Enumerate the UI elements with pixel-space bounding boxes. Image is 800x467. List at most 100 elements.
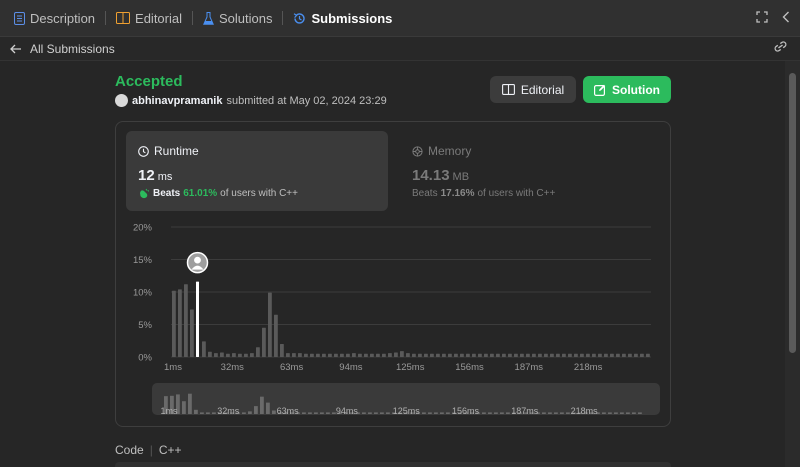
bar — [514, 353, 518, 357]
bar — [370, 353, 374, 357]
document-icon — [14, 11, 25, 25]
solution-button[interactable]: Solution — [583, 76, 671, 103]
mini-bar — [386, 412, 390, 414]
maximize-icon[interactable] — [756, 11, 768, 23]
mini-bar — [632, 412, 636, 414]
bar — [502, 353, 506, 357]
mini-bar — [320, 412, 324, 414]
arrow-left-icon[interactable] — [10, 44, 22, 54]
code-language: C++ — [158, 443, 182, 457]
bar — [580, 353, 584, 357]
runtime-beats: Beats 61.01% of users with C++ — [138, 188, 298, 199]
chart-range-selector[interactable]: 1ms 32ms 63ms 94ms 125ms 156ms 187ms 218ms — [152, 383, 660, 416]
username[interactable]: abhinavpramanik — [132, 95, 222, 107]
bar — [334, 353, 338, 357]
chip-icon — [412, 145, 423, 157]
mini-x-tick-label: 125ms — [393, 406, 421, 415]
mini-bar — [248, 411, 252, 414]
mini-bar — [482, 412, 486, 414]
runtime-value: 12 ms — [138, 167, 172, 184]
tab-label: Description — [30, 10, 96, 26]
link-icon[interactable] — [773, 41, 788, 52]
vertical-scrollbar[interactable] — [785, 61, 800, 467]
mini-x-tick-label: 94ms — [336, 406, 359, 415]
tabbar-actions — [756, 11, 790, 23]
bar — [574, 353, 578, 357]
bar — [460, 353, 464, 357]
bar — [520, 353, 524, 357]
mini-bar — [494, 412, 498, 414]
tab-solutions[interactable]: Solutions — [201, 11, 274, 26]
bar — [304, 353, 308, 357]
memory-value: 14.13 MB — [412, 167, 469, 184]
memory-stat[interactable]: Memory 14.13 MB Beats 17.16% of users wit… — [400, 131, 662, 211]
bar — [208, 351, 212, 357]
bar — [424, 353, 428, 357]
bar — [340, 353, 344, 357]
bar — [244, 353, 248, 357]
memory-title-text: Memory — [428, 144, 472, 158]
bar — [364, 353, 368, 357]
y-tick-label: 10% — [133, 288, 153, 299]
bar — [550, 353, 554, 357]
mini-bar — [626, 412, 630, 414]
tab-label: Submissions — [311, 10, 393, 26]
bar — [532, 353, 536, 357]
mini-bar — [194, 409, 198, 414]
bar — [454, 353, 458, 357]
book-icon — [116, 12, 131, 24]
bar — [616, 353, 620, 357]
mini-bar — [602, 412, 606, 414]
bar — [400, 351, 404, 357]
code-section-header: Code | C++ — [115, 443, 182, 457]
memory-beats: Beats 17.16% of users with C++ — [412, 188, 555, 199]
mini-x-tick-label: 218ms — [571, 406, 599, 415]
runtime-distribution-chart[interactable]: 0% 5% 10% 15% 20% 1ms 32ms 63ms 94ms 125ms 156ms 18… — [126, 218, 656, 378]
tab-submissions[interactable]: Submissions — [291, 11, 394, 26]
submission-status: Accepted — [115, 73, 183, 90]
bar — [268, 292, 272, 357]
bar — [406, 353, 410, 357]
bar — [622, 353, 626, 357]
code-label: Code — [115, 443, 144, 457]
avatar[interactable] — [115, 94, 128, 107]
panel-tabbar: Description Editorial Solutions Submissi… — [0, 0, 800, 37]
code-divider: | — [149, 443, 153, 457]
tab-description[interactable]: Description — [12, 11, 97, 26]
tab-divider — [192, 11, 193, 25]
runtime-stat[interactable]: Runtime 12 ms Beats 61.01% of users with … — [126, 131, 388, 211]
memory-title: Memory — [412, 144, 471, 158]
mini-bar — [200, 412, 204, 414]
runtime-number: 12 — [138, 167, 155, 184]
runtime-unit: ms — [157, 171, 173, 183]
bar — [220, 352, 224, 357]
tab-editorial[interactable]: Editorial — [114, 11, 184, 26]
submission-meta: abhinavpramanik submitted at May 02, 202… — [115, 94, 387, 107]
collapse-icon[interactable] — [782, 11, 790, 23]
mini-bar — [254, 406, 258, 414]
mini-bar — [188, 393, 192, 414]
bar — [490, 353, 494, 357]
y-tick-label: 0% — [138, 353, 152, 364]
mini-bar — [554, 412, 558, 414]
scrollbar-thumb[interactable] — [789, 73, 796, 353]
x-tick-label: 156ms — [455, 362, 484, 373]
book-icon — [501, 84, 515, 95]
memory-unit: MB — [452, 171, 470, 183]
bar — [298, 353, 302, 357]
editorial-button[interactable]: Editorial — [490, 76, 576, 103]
mini-bar — [608, 412, 612, 414]
clock-icon — [138, 145, 149, 157]
all-submissions-link[interactable]: All Submissions — [30, 42, 115, 56]
x-tick-label: 1ms — [164, 362, 182, 373]
mini-bar — [638, 412, 642, 414]
mini-bar — [614, 412, 618, 414]
beats-label: Beats — [153, 188, 181, 199]
mini-bar — [212, 412, 216, 414]
bar — [526, 353, 530, 357]
flask-icon — [203, 11, 214, 25]
mini-bar — [500, 412, 504, 414]
x-tick-label: 125ms — [396, 362, 425, 373]
bar — [214, 353, 218, 357]
range-selector-chart[interactable]: 1ms 32ms 63ms 94ms 125ms 156ms 187ms 218ms — [152, 383, 660, 416]
